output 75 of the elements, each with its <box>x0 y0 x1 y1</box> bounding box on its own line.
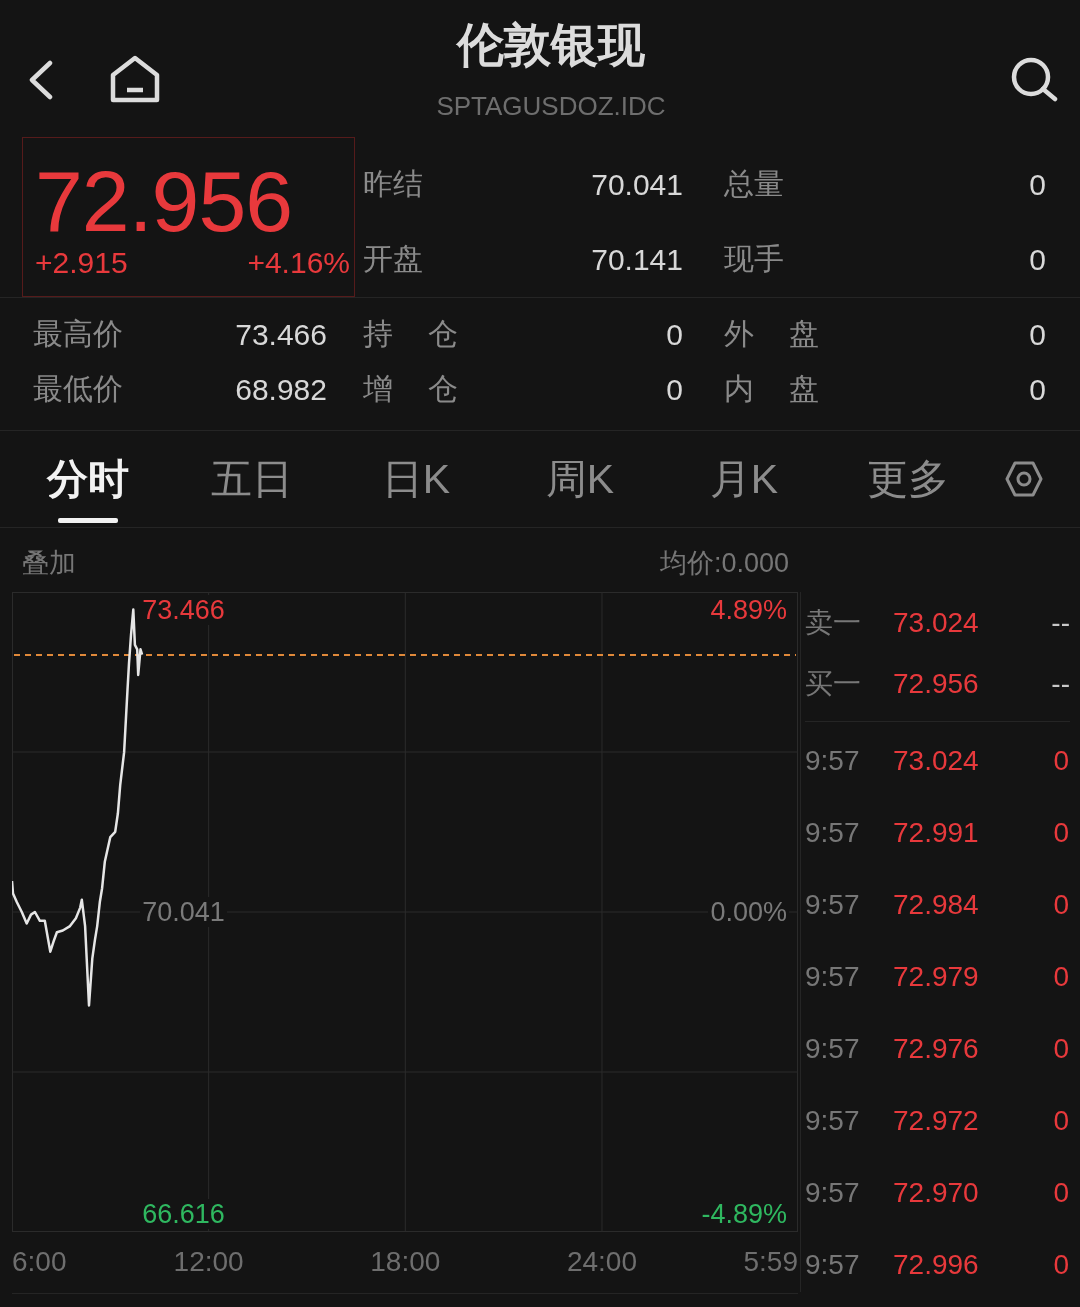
axis-label: 66.616 <box>140 1198 227 1229</box>
stat-label: 现手 <box>724 241 784 277</box>
stat-value: 0 <box>1029 242 1046 277</box>
tab[interactable]: 五日 <box>170 431 334 527</box>
stat-label: 最高价 <box>33 316 123 352</box>
tab[interactable]: 月K <box>662 431 826 527</box>
last-price: 72.956 <box>35 156 294 246</box>
trade-price: 72.996 <box>893 1249 980 1281</box>
stat-label: 持 仓 <box>363 316 459 352</box>
order-level-label: 买一 <box>805 666 862 701</box>
trade-volume: 0 <box>1053 1105 1069 1137</box>
page-title: 伦敦银现 <box>457 17 645 73</box>
stat-value: 68.982 <box>235 372 327 407</box>
stat-label: 开盘 <box>363 241 423 277</box>
trade-time: 9:57 <box>805 961 861 993</box>
trade-volume: 0 <box>1053 1249 1069 1281</box>
tab[interactable]: 日K <box>334 431 498 527</box>
trade-volume: 0 <box>1053 817 1069 849</box>
trade-price: 72.979 <box>893 961 980 993</box>
stat-value: 0 <box>666 317 683 352</box>
trade-price: 72.972 <box>893 1105 980 1137</box>
order-price: 73.024 <box>893 606 980 639</box>
stat-label: 最低价 <box>33 371 123 407</box>
axis-label: 6:00 <box>12 1246 67 1278</box>
trade-time: 9:57 <box>805 745 861 777</box>
price-change: +2.915 <box>35 246 128 280</box>
stat-value: 0 <box>1029 317 1046 352</box>
axis-label: 70.041 <box>140 896 227 927</box>
stat-value: 73.466 <box>235 317 327 352</box>
order-price: 72.956 <box>893 667 980 700</box>
stat-label: 昨结 <box>363 166 423 202</box>
trade-time: 9:57 <box>805 1105 861 1137</box>
symbol-code: SPTAGUSDOZ.IDC <box>436 90 666 122</box>
stat-value: 70.041 <box>591 167 683 202</box>
tab[interactable]: 更多 <box>826 431 990 527</box>
search-icon[interactable] <box>1010 56 1058 102</box>
axis-label: 24:00 <box>566 1246 637 1278</box>
settings-icon[interactable] <box>1005 461 1043 497</box>
stat-label: 内 盘 <box>724 371 820 407</box>
trade-time: 9:57 <box>805 817 861 849</box>
trade-volume: 0 <box>1053 889 1069 921</box>
stat-value: 0 <box>1029 372 1046 407</box>
order-level-label: 卖一 <box>805 605 862 640</box>
axis-label: 5:59 <box>743 1246 798 1278</box>
trade-price: 72.976 <box>893 1033 980 1065</box>
axis-label: 18:00 <box>370 1246 441 1278</box>
stat-label: 外 盘 <box>724 316 820 352</box>
tab[interactable]: 周K <box>498 431 662 527</box>
axis-label: 73.466 <box>140 594 227 625</box>
trade-time: 9:57 <box>805 1249 861 1281</box>
stat-label: 总量 <box>724 166 784 202</box>
trade-time: 9:57 <box>805 1177 861 1209</box>
trade-volume: 0 <box>1053 961 1069 993</box>
home-icon[interactable] <box>110 55 160 103</box>
back-icon[interactable] <box>28 60 54 100</box>
trade-price: 72.984 <box>893 889 980 921</box>
axis-label: 12:00 <box>173 1246 244 1278</box>
order-volume: -- <box>1051 606 1070 639</box>
trade-time: 9:57 <box>805 889 861 921</box>
stat-value: 0 <box>1029 167 1046 202</box>
tab[interactable]: 分时 <box>6 431 170 527</box>
stat-value: 70.141 <box>591 242 683 277</box>
average-price-label: 均价:0.000 <box>659 547 789 580</box>
trade-time: 9:57 <box>805 1033 861 1065</box>
overlay-button[interactable]: 叠加 <box>22 545 76 581</box>
stat-label: 增 仓 <box>363 371 459 407</box>
trade-price: 72.970 <box>893 1177 980 1209</box>
percent-change: +4.16% <box>247 246 350 280</box>
stat-value: 0 <box>666 372 683 407</box>
trade-volume: 0 <box>1053 745 1069 777</box>
order-volume: -- <box>1051 667 1070 700</box>
trade-volume: 0 <box>1053 1177 1069 1209</box>
trade-price: 72.991 <box>893 817 980 849</box>
trade-volume: 0 <box>1053 1033 1069 1065</box>
trade-price: 73.024 <box>893 745 980 777</box>
